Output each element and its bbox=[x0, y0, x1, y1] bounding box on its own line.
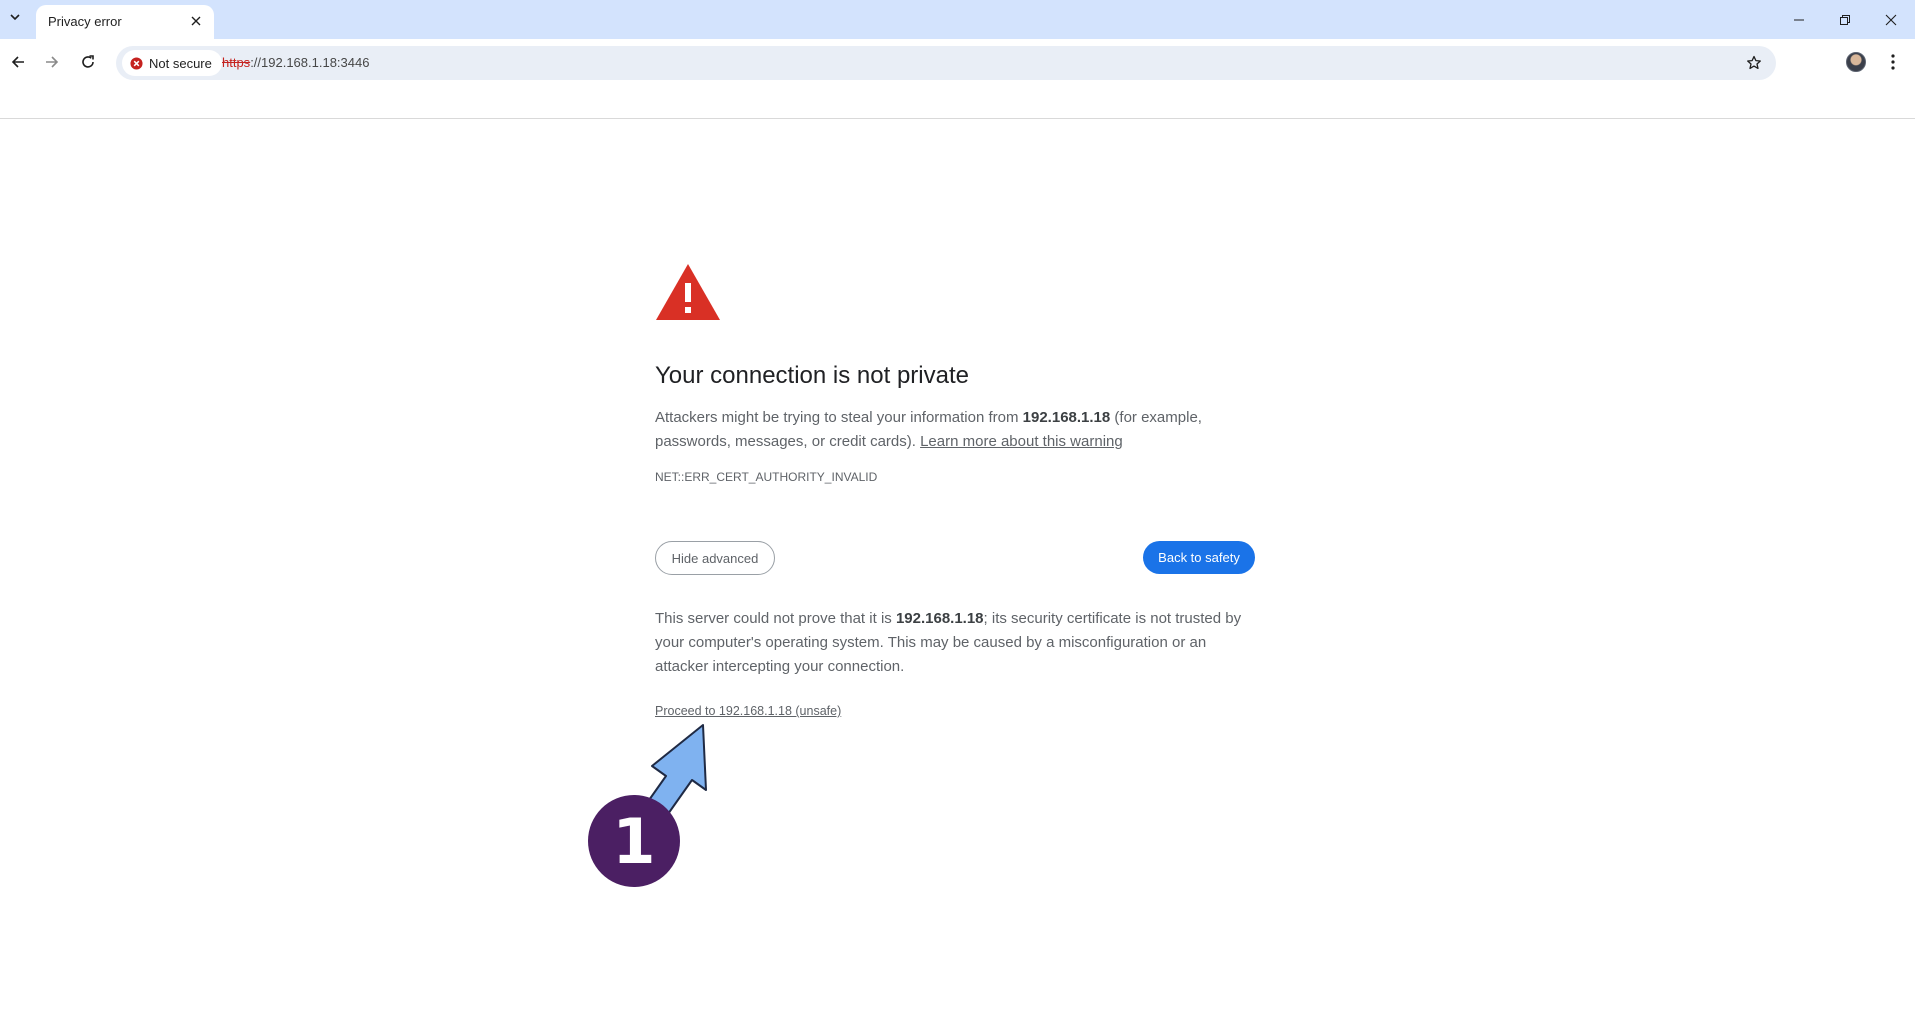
tab-search-button[interactable] bbox=[3, 5, 27, 29]
close-icon bbox=[191, 16, 201, 26]
back-button[interactable] bbox=[2, 46, 34, 78]
close-icon bbox=[1885, 14, 1897, 25]
bookmark-star-icon bbox=[1747, 55, 1761, 70]
profile-avatar[interactable] bbox=[1846, 52, 1866, 72]
chevron-down-icon bbox=[10, 14, 20, 21]
security-chip-label: Not secure bbox=[149, 55, 212, 71]
address-bar[interactable]: Not secure https://192.168.1.18:3446 bbox=[116, 46, 1776, 80]
learn-more-link[interactable]: Learn more about this warning bbox=[920, 433, 1123, 450]
url-host: ://192.168.1.18:3446 bbox=[250, 55, 370, 70]
minimize-icon bbox=[1794, 19, 1804, 20]
details-text: This server could not prove that it is bbox=[655, 610, 896, 627]
reload-icon bbox=[82, 55, 94, 68]
url-text[interactable]: https://192.168.1.18:3446 bbox=[222, 55, 369, 70]
proceed-unsafe-link[interactable]: Proceed to 192.168.1.18 (unsafe) bbox=[655, 704, 841, 718]
tab-strip: Privacy error bbox=[0, 0, 1915, 39]
warning-triangle-icon bbox=[656, 264, 720, 320]
error-code: NET::ERR_CERT_AUTHORITY_INVALID bbox=[655, 470, 878, 484]
url-scheme: https bbox=[222, 55, 251, 70]
description-text: Attackers might be trying to steal your … bbox=[655, 409, 1023, 426]
reload-button[interactable] bbox=[72, 46, 104, 78]
forward-arrow-icon bbox=[46, 56, 59, 68]
step-badge: 1 bbox=[588, 795, 680, 887]
tab-title: Privacy error bbox=[48, 14, 122, 29]
kebab-menu-icon bbox=[1891, 54, 1895, 70]
page-title: Your connection is not private bbox=[655, 362, 969, 389]
back-to-safety-button[interactable]: Back to safety bbox=[1143, 541, 1255, 574]
restore-button[interactable] bbox=[1822, 0, 1868, 39]
warning-description: Attackers might be trying to steal your … bbox=[655, 406, 1255, 454]
forward-button[interactable] bbox=[36, 46, 68, 78]
host-name: 192.168.1.18 bbox=[1022, 409, 1111, 426]
minimize-button[interactable] bbox=[1776, 0, 1822, 39]
browser-menu-button[interactable] bbox=[1880, 48, 1906, 76]
host-name: 192.168.1.18 bbox=[895, 610, 984, 627]
hide-advanced-button[interactable]: Hide advanced bbox=[655, 541, 775, 575]
advanced-details: This server could not prove that it is 1… bbox=[655, 607, 1255, 679]
tab-close-button[interactable] bbox=[188, 13, 204, 29]
restore-icon bbox=[1840, 14, 1850, 25]
back-arrow-icon bbox=[11, 56, 24, 68]
not-secure-icon bbox=[130, 56, 143, 70]
bookmark-button[interactable] bbox=[1744, 53, 1764, 73]
security-chip[interactable]: Not secure bbox=[122, 50, 222, 76]
tab-privacy-error[interactable]: Privacy error bbox=[36, 5, 214, 39]
browser-toolbar: Not secure https://192.168.1.18:3446 bbox=[0, 39, 1915, 119]
window-close-button[interactable] bbox=[1868, 0, 1914, 39]
